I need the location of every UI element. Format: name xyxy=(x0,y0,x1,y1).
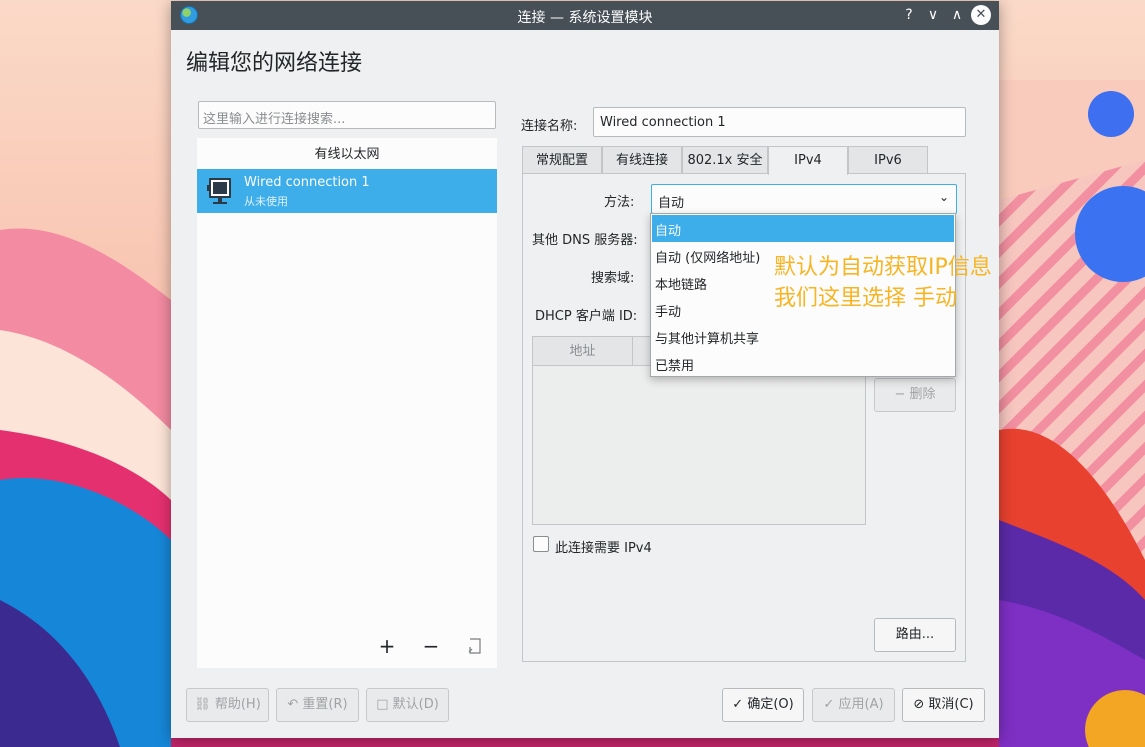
search-domain-label: 搜索域: xyxy=(591,271,635,286)
document-icon: □ xyxy=(376,697,389,712)
routes-button[interactable]: 路由... xyxy=(874,618,956,652)
reset-button[interactable]: ↶ 重置(R) xyxy=(276,688,359,722)
method-select[interactable]: 自动 ⌄ xyxy=(651,184,957,214)
connection-search-input[interactable]: 这里输入进行连接搜索... xyxy=(198,101,496,129)
defaults-button[interactable]: □ 默认(D) xyxy=(366,688,449,722)
window-title: 连接 — 系统设置模块 xyxy=(517,10,653,26)
help-icon[interactable]: ? xyxy=(899,5,919,25)
apply-button[interactable]: ✓ 应用(A) xyxy=(812,688,895,722)
dhcp-client-id-label: DHCP 客户端 ID: xyxy=(535,309,638,324)
connection-item[interactable]: Wired connection 1 从未使用 xyxy=(197,169,497,213)
method-select-value: 自动 xyxy=(658,196,685,211)
require-ipv4-checkbox[interactable] xyxy=(533,536,549,552)
tab-ipv6[interactable]: IPv6 xyxy=(848,146,928,174)
delete-address-button[interactable]: − 删除 xyxy=(874,378,956,412)
tab-general[interactable]: 常规配置 xyxy=(522,146,602,174)
connection-list: 有线以太网 Wired connection 1 从未使用 + − xyxy=(197,138,497,668)
maximize-icon[interactable]: ∧ xyxy=(947,5,967,25)
remove-connection-button[interactable]: − xyxy=(421,635,441,657)
minimize-icon[interactable]: ∨ xyxy=(923,5,943,25)
tab-8021x-security[interactable]: 802.1x 安全 xyxy=(682,146,768,174)
cancel-icon: ⊘ xyxy=(913,697,925,712)
close-icon[interactable]: ✕ xyxy=(971,5,991,25)
minus-icon: − xyxy=(894,387,906,402)
checkmark-icon: ✓ xyxy=(732,697,744,712)
method-option-disabled[interactable]: 已禁用 xyxy=(652,350,954,377)
annotation-line-2: 我们这里选择 手动 xyxy=(774,286,957,311)
tutorial-annotation: 默认为自动获取IP信息 我们这里选择 手动 xyxy=(774,252,992,314)
method-label: 方法: xyxy=(604,195,635,210)
cancel-button[interactable]: ⊘ 取消(C) xyxy=(902,688,985,722)
page-title: 编辑您的网络连接 xyxy=(186,51,363,76)
titlebar: 连接 — 系统设置模块 ? ∨ ∧ ✕ xyxy=(171,1,999,30)
group-header-ethernet: 有线以太网 xyxy=(314,147,380,162)
import-icon[interactable] xyxy=(465,635,485,657)
undo-icon: ↶ xyxy=(287,697,299,712)
tab-ipv4[interactable]: IPv4 xyxy=(768,146,848,175)
connection-status: 从未使用 xyxy=(244,195,288,208)
network-wired-icon xyxy=(207,178,231,204)
ok-button[interactable]: ✓ 确定(O) xyxy=(722,688,804,722)
annotation-line-1: 默认为自动获取IP信息 xyxy=(774,255,992,280)
dns-servers-label: 其他 DNS 服务器: xyxy=(532,233,638,248)
tab-wired[interactable]: 有线连接 xyxy=(602,146,682,174)
connection-name-field[interactable]: Wired connection 1 xyxy=(593,107,966,137)
address-column-header: 地址 xyxy=(533,337,633,366)
connection-name: Wired connection 1 xyxy=(244,175,370,190)
method-option-auto[interactable]: 自动 xyxy=(652,215,954,242)
help-button[interactable]: ⛓ 帮助(H) xyxy=(186,688,269,722)
method-option-shared[interactable]: 与其他计算机共享 xyxy=(652,323,954,350)
help-icon: ⛓ xyxy=(194,697,211,712)
chevron-down-icon: ⌄ xyxy=(938,190,949,204)
require-ipv4-label: 此连接需要 IPv4 xyxy=(555,541,652,556)
wallpaper-circle-small xyxy=(1088,91,1134,137)
checkmark-icon: ✓ xyxy=(823,697,835,712)
add-connection-button[interactable]: + xyxy=(377,635,397,657)
connection-name-label: 连接名称: xyxy=(521,119,578,134)
